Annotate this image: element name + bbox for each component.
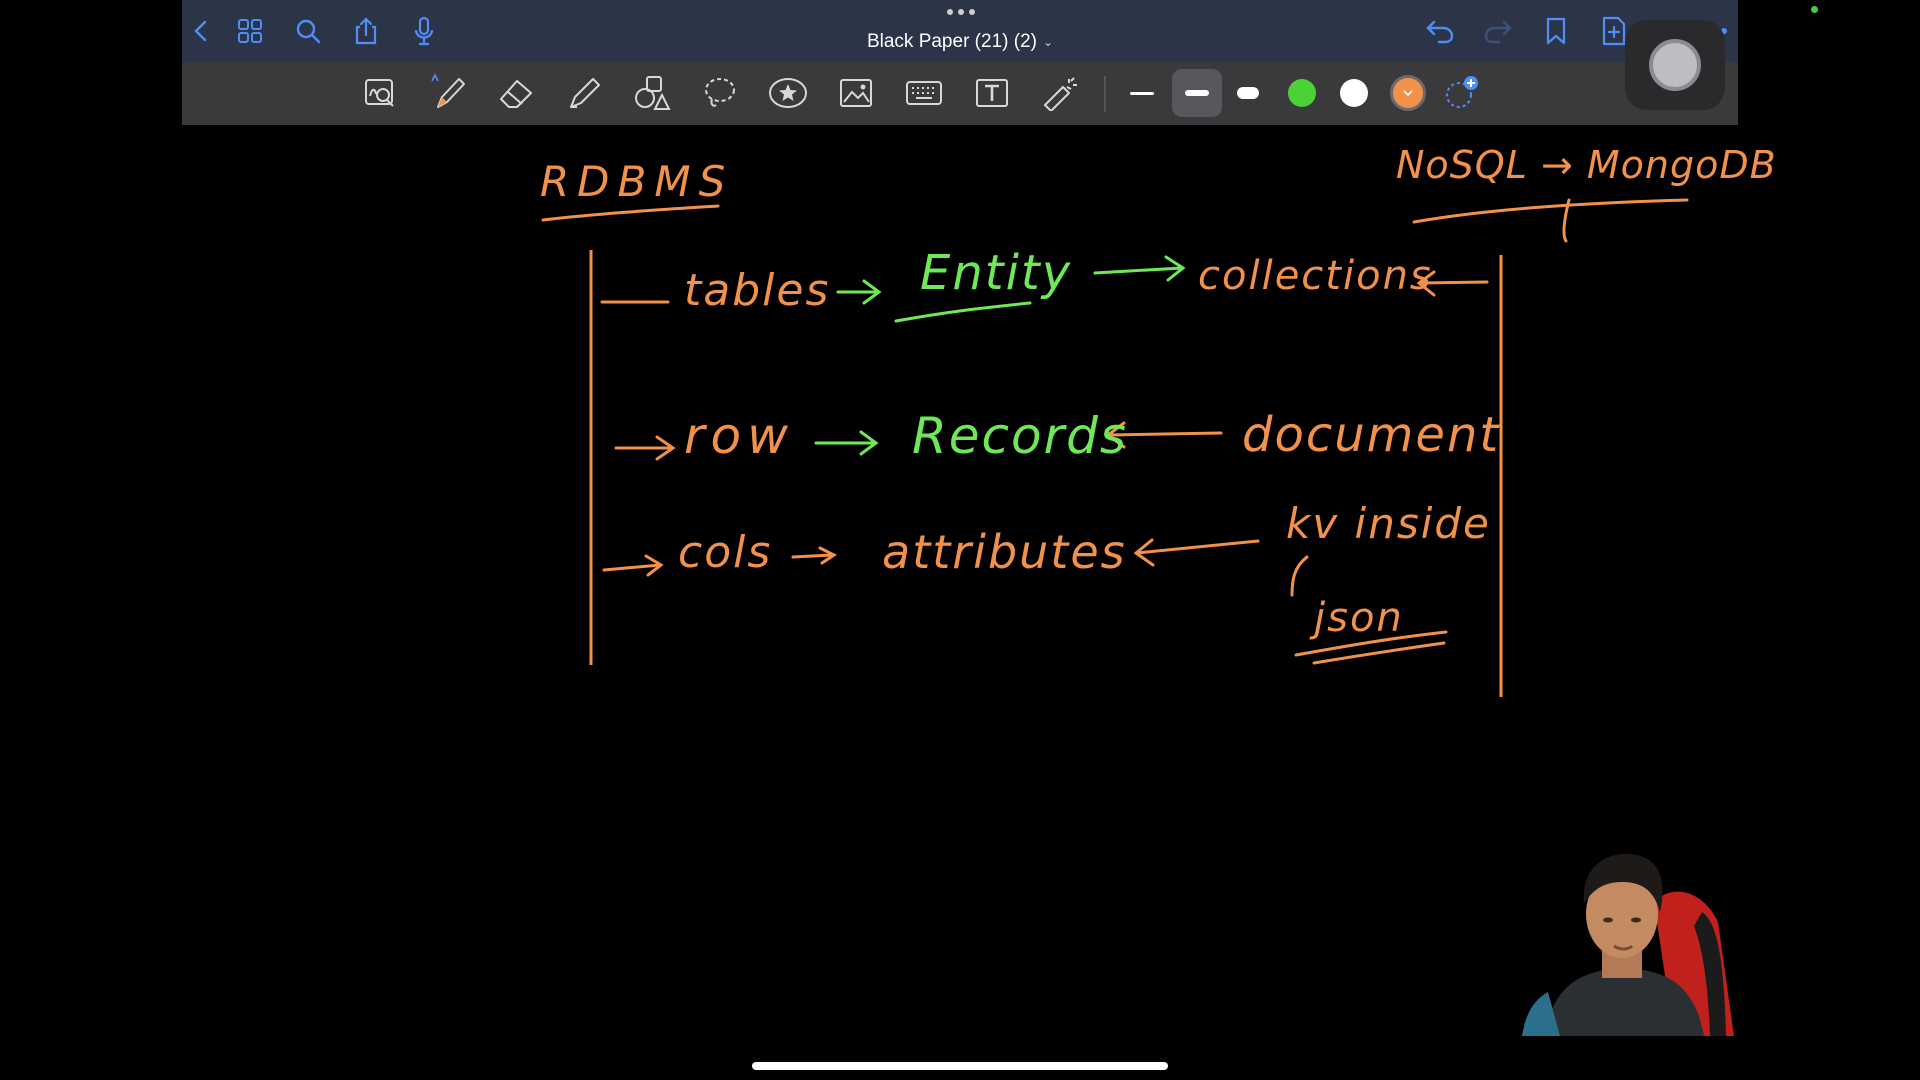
row3-arrow-1: [791, 546, 837, 565]
tables-label: tables: [684, 265, 831, 316]
entity-label: Entity: [920, 245, 1073, 301]
webcam-overlay: [1504, 842, 1752, 1036]
color-swatch-white[interactable]: [1332, 71, 1376, 115]
pen-tool-icon: [431, 73, 465, 108]
highlighter-tool-icon: [570, 78, 600, 108]
rdbms-heading: RDBMS: [540, 157, 734, 206]
rdbms-underline: [541, 204, 720, 222]
nosql-heading: NoSQL → MongoDB: [1396, 143, 1777, 187]
undo-icon: [1426, 20, 1454, 44]
json-connector: [1290, 555, 1309, 597]
stroke-medium-preview: [1185, 90, 1209, 96]
color-swatch-orange[interactable]: [1386, 71, 1430, 115]
lasso-tool-button[interactable]: [698, 71, 742, 115]
stroke-width-thick-button[interactable]: [1226, 71, 1270, 115]
bookmark-button[interactable]: [1534, 9, 1578, 53]
presenter-video-image: [1522, 853, 1734, 1036]
assistive-touch-button[interactable]: [1625, 20, 1725, 110]
shapes-tool-icon: [635, 76, 671, 110]
white-swatch-circle: [1340, 79, 1368, 107]
top-navigation-bar: Black Paper (21) (2) ⌄: [182, 0, 1738, 62]
stroke-thin-preview: [1130, 91, 1154, 95]
undo-button[interactable]: [1418, 9, 1462, 53]
records-label: Records: [912, 407, 1128, 465]
document-label: document: [1242, 407, 1501, 463]
assistive-touch-knob: [1649, 39, 1701, 91]
home-indicator-bar[interactable]: [752, 1062, 1168, 1070]
eraser-tool-icon: [500, 80, 532, 108]
row1-arrow-2: [1093, 255, 1186, 282]
sticker-tool-button[interactable]: [766, 71, 810, 115]
keyboard-tool-icon: [906, 81, 942, 105]
toolbar-divider: [1104, 76, 1106, 112]
redo-button[interactable]: [1476, 9, 1520, 53]
json-label: json: [1314, 595, 1404, 641]
text-tool-button[interactable]: [970, 71, 1014, 115]
nosql-underline: [1412, 198, 1689, 224]
kv-inside-label: kv inside: [1286, 499, 1491, 548]
json-underline-2: [1312, 641, 1446, 665]
add-page-icon: [1602, 16, 1626, 46]
row3-arrow-2: [1133, 538, 1260, 567]
stroke-width-thin-button[interactable]: [1120, 71, 1164, 115]
orange-swatch-circle: [1390, 75, 1426, 111]
lasso-tool-icon: [705, 78, 735, 107]
document-title-text: Black Paper (21) (2): [866, 31, 1037, 52]
row2-arrow-1: [814, 430, 879, 456]
chevron-down-icon: ⌄: [1042, 35, 1054, 49]
green-swatch-circle: [1288, 79, 1316, 107]
collections-label: collections: [1198, 253, 1433, 299]
drawing-toolbar: [182, 62, 1738, 125]
bookmark-icon: [1546, 17, 1566, 45]
sticker-tool-icon: [769, 78, 807, 108]
zoom-tool-icon: [365, 79, 394, 107]
row3-arrow-left: [602, 554, 664, 577]
stroke-width-medium-button[interactable]: [1172, 69, 1222, 117]
row-label: row: [684, 407, 795, 465]
row1-arrow-1: [836, 279, 882, 305]
highlighter-tool-button[interactable]: [562, 71, 606, 115]
text-tool-icon: [976, 79, 1008, 107]
add-color-button[interactable]: [1440, 71, 1484, 115]
add-color-icon: [1446, 76, 1478, 108]
stroke-thick-preview: [1237, 87, 1259, 99]
color-swatch-green[interactable]: [1280, 71, 1324, 115]
laser-pointer-icon: [1044, 77, 1077, 111]
eraser-tool-button[interactable]: [494, 71, 538, 115]
cols-label: cols: [678, 527, 773, 578]
pen-tool-button[interactable]: [426, 69, 470, 113]
zoom-tool-button[interactable]: [358, 71, 402, 115]
image-tool-button[interactable]: [834, 71, 878, 115]
entity-underline: [894, 301, 1032, 323]
image-tool-icon: [840, 79, 872, 107]
window-grabber-dots-icon[interactable]: [946, 8, 976, 16]
redo-icon: [1484, 20, 1512, 44]
shapes-tool-button[interactable]: [630, 71, 674, 115]
chevron-down-icon: [1403, 90, 1413, 96]
keyboard-tool-button[interactable]: [902, 71, 946, 115]
attributes-label: attributes: [882, 525, 1127, 579]
row2-arrow-left: [614, 435, 676, 461]
recording-indicator-dot: [1811, 6, 1818, 13]
laser-pointer-button[interactable]: [1038, 71, 1082, 115]
